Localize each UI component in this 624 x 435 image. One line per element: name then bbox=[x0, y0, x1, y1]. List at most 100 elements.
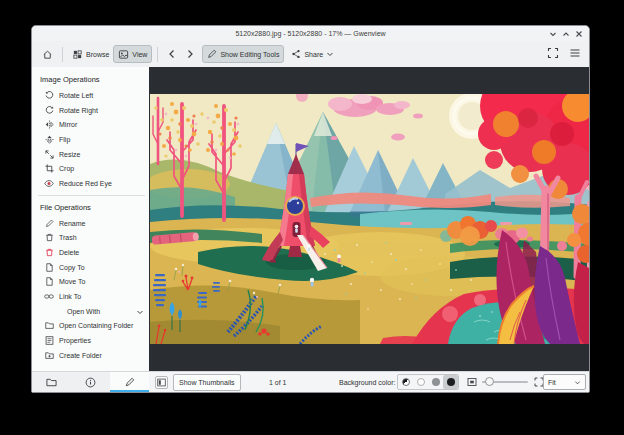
sidebar-item-label: Crop bbox=[59, 165, 74, 172]
show-editing-tools-label: Show Editing Tools bbox=[220, 51, 279, 58]
sidebar-item-label: Delete bbox=[59, 249, 79, 256]
fullscreen-icon[interactable] bbox=[547, 45, 559, 63]
red-eye-icon bbox=[44, 178, 54, 188]
chevron-down-icon bbox=[136, 302, 144, 320]
background-color-label: Background color: bbox=[339, 379, 395, 386]
home-icon bbox=[42, 49, 53, 60]
sidebar-separator bbox=[38, 195, 145, 196]
properties-icon bbox=[44, 336, 54, 346]
background-color-group bbox=[397, 374, 459, 390]
sidebar-item-label: Open With bbox=[67, 308, 100, 315]
mirror-icon bbox=[44, 120, 54, 130]
pencil-icon bbox=[207, 49, 217, 59]
tab-folders[interactable] bbox=[32, 372, 71, 392]
flip-icon bbox=[44, 134, 54, 144]
sidebar-item-label: Flip bbox=[59, 136, 70, 143]
move-icon bbox=[44, 277, 54, 287]
go-back-button[interactable] bbox=[163, 45, 181, 63]
zoom-mode-value: Fit bbox=[548, 379, 556, 386]
sidebar-item-open-with[interactable]: Open With bbox=[32, 304, 149, 319]
tab-operations[interactable] bbox=[110, 372, 149, 392]
sidebar-item-move-to[interactable]: Move To bbox=[32, 275, 149, 290]
create-folder-icon bbox=[44, 350, 54, 360]
gwenview-window: 5120x2880.jpg - 5120x2880 - 17% — Gwenvi… bbox=[31, 25, 590, 393]
sidebar-item-label: Move To bbox=[59, 278, 85, 285]
zoom-slider-handle[interactable] bbox=[485, 377, 494, 386]
sidebar-item-open-containing-folder[interactable]: Open Containing Folder bbox=[32, 319, 149, 334]
trash-icon bbox=[44, 233, 54, 243]
share-chevron-down-icon bbox=[326, 50, 334, 58]
sidebar-item-label: Rename bbox=[59, 220, 85, 227]
rotate-left-icon bbox=[44, 90, 54, 100]
image-viewer[interactable] bbox=[149, 67, 589, 371]
rename-icon bbox=[44, 218, 54, 228]
browse-label: Browse bbox=[86, 51, 109, 58]
sidebar-item-create-folder[interactable]: Create Folder bbox=[32, 348, 149, 363]
bg-auto-button[interactable] bbox=[398, 375, 413, 389]
hamburger-menu-icon[interactable] bbox=[569, 45, 581, 63]
browse-button[interactable]: Browse bbox=[68, 45, 113, 63]
delete-icon bbox=[44, 248, 54, 258]
chevron-left-icon bbox=[167, 49, 177, 59]
combo-chevron-down-icon bbox=[574, 379, 581, 386]
sidebar-item-label: Create Folder bbox=[59, 352, 102, 359]
sidebar-item-label: Link To bbox=[59, 293, 81, 300]
sidebar-item-reduce-red-eye[interactable]: Reduce Red Eye bbox=[32, 176, 149, 191]
sidebar-item-copy-to[interactable]: Copy To bbox=[32, 260, 149, 275]
sidebar-item-label: Mirror bbox=[59, 121, 77, 128]
sidebar-item-rotate-right[interactable]: Rotate Right bbox=[32, 103, 149, 118]
folder-icon bbox=[44, 321, 54, 331]
sidebar-item-properties[interactable]: Properties bbox=[32, 333, 149, 348]
share-button[interactable]: Share bbox=[287, 45, 338, 63]
zoom-slider[interactable] bbox=[482, 381, 528, 383]
window-title: 5120x2880.jpg - 5120x2880 - 17% — Gwenvi… bbox=[235, 30, 385, 37]
sidebar-item-rename[interactable]: Rename bbox=[32, 216, 149, 231]
tab-information[interactable] bbox=[71, 372, 110, 392]
show-thumbnails-label: Show Thumbnails bbox=[179, 379, 235, 386]
sidebar-item-delete[interactable]: Delete bbox=[32, 245, 149, 260]
page-indicator: 1 of 1 bbox=[269, 379, 287, 386]
sidebar-item-label: Open Containing Folder bbox=[59, 322, 133, 329]
bg-gray-button[interactable] bbox=[428, 375, 443, 389]
copy-icon bbox=[44, 262, 54, 272]
home-button[interactable] bbox=[38, 45, 57, 63]
sidebar-item-rotate-left[interactable]: Rotate Left bbox=[32, 88, 149, 103]
maximize-icon[interactable] bbox=[562, 30, 570, 38]
zoom-mode-combobox[interactable]: Fit bbox=[543, 374, 586, 390]
bg-white-button[interactable] bbox=[413, 375, 428, 389]
sidebar-item-label: Resize bbox=[59, 151, 80, 158]
sidebar-item-crop[interactable]: Crop bbox=[32, 161, 149, 176]
sidebar-item-label: Properties bbox=[59, 337, 91, 344]
thumbnail-bar-toggle-button[interactable] bbox=[155, 376, 168, 389]
photo-rocket-illustration bbox=[150, 94, 590, 344]
titlebar[interactable]: 5120x2880.jpg - 5120x2880 - 17% — Gwenvi… bbox=[32, 26, 589, 41]
close-icon[interactable] bbox=[575, 30, 583, 38]
rotate-right-icon bbox=[44, 105, 54, 115]
share-icon bbox=[291, 49, 301, 59]
browse-icon bbox=[72, 49, 83, 60]
file-operations-header: File Operations bbox=[32, 198, 149, 216]
show-thumbnails-button[interactable]: Show Thumbnails bbox=[173, 374, 241, 391]
sidebar-item-flip[interactable]: Flip bbox=[32, 132, 149, 147]
sidebar-item-link-to[interactable]: Link To bbox=[32, 289, 149, 304]
bg-black-button[interactable] bbox=[443, 375, 458, 389]
view-label: View bbox=[132, 51, 147, 58]
link-icon bbox=[44, 292, 54, 302]
sidebar-item-label: Copy To bbox=[59, 264, 85, 271]
sidebar-item-mirror[interactable]: Mirror bbox=[32, 117, 149, 132]
view-button[interactable]: View bbox=[113, 45, 152, 63]
statusbar: Show Thumbnails 1 of 1 Background color:… bbox=[149, 371, 589, 392]
go-forward-button[interactable] bbox=[181, 45, 199, 63]
sidebar-item-label: Rotate Right bbox=[59, 107, 98, 114]
operations-sidebar: Image Operations Rotate Left Rotate Righ… bbox=[32, 67, 149, 371]
chevron-right-icon bbox=[185, 49, 195, 59]
sidebar-item-trash[interactable]: Trash bbox=[32, 231, 149, 246]
sidebar-item-resize[interactable]: Resize bbox=[32, 147, 149, 162]
sidebar-item-label: Rotate Left bbox=[59, 92, 93, 99]
show-editing-tools-button[interactable]: Show Editing Tools bbox=[202, 45, 284, 63]
share-label: Share bbox=[304, 51, 323, 58]
zoom-fit-icon[interactable] bbox=[467, 377, 477, 388]
toolbar: Browse View Show Editing Tools Share bbox=[32, 41, 589, 67]
minimize-icon[interactable] bbox=[549, 30, 557, 38]
sidebar-tabs bbox=[32, 371, 149, 392]
